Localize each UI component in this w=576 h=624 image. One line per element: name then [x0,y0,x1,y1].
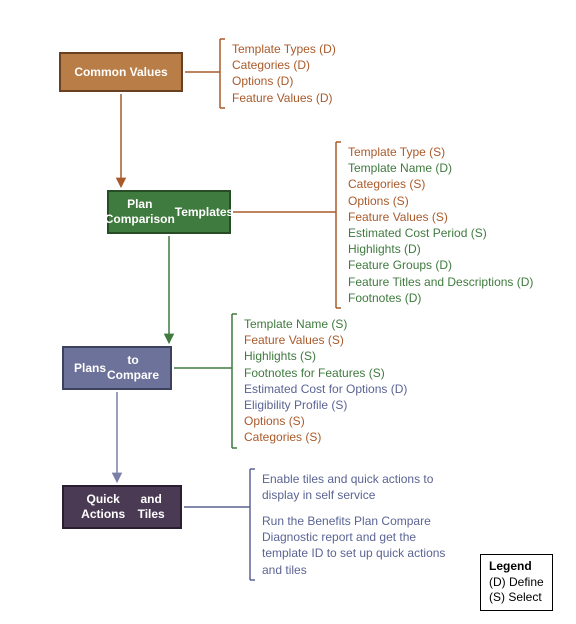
attr-item: Feature Groups (D) [348,257,533,273]
attrs-quick-actions: Enable tiles and quick actions todisplay… [262,471,445,578]
attr-item: Categories (D) [232,57,336,73]
attr-item: Run the Benefits Plan Compare [262,513,445,529]
attr-item: Options (D) [232,73,336,89]
legend-line: (S) Select [489,590,544,606]
attr-item: Estimated Cost for Options (D) [244,381,407,397]
attrs-plan-comparison: Template Type (S)Template Name (D)Catego… [348,144,533,306]
legend-box: Legend (D) Define (S) Select [480,554,553,611]
box-common-values: Common Values [59,52,183,92]
attr-item: Feature Values (S) [348,209,533,225]
attr-item: Footnotes for Features (S) [244,365,407,381]
attr-item: Eligibility Profile (S) [244,397,407,413]
attr-item: Categories (S) [348,176,533,192]
attr-item: Footnotes (D) [348,290,533,306]
box-plan-comparison: Plan ComparisonTemplates [107,190,231,234]
attrs-common-values: Template Types (D)Categories (D)Options … [232,41,336,106]
legend-line: (D) Define [489,575,544,591]
attr-item: Template Types (D) [232,41,336,57]
attr-item: Highlights (S) [244,348,407,364]
attr-item: Categories (S) [244,429,407,445]
attr-item: Enable tiles and quick actions to [262,471,445,487]
attr-item: template ID to set up quick actions [262,545,445,561]
attr-item: Estimated Cost Period (S) [348,225,533,241]
attr-item: Template Name (D) [348,160,533,176]
legend-title: Legend [489,559,544,575]
attr-item: Feature Values (D) [232,90,336,106]
attr-item: Options (S) [348,193,533,209]
box-quick-actions: Quick Actionsand Tiles [62,485,182,529]
attr-item: and tiles [262,562,445,578]
attr-item: Options (S) [244,413,407,429]
attr-item: Diagnostic report and get the [262,529,445,545]
attr-item: display in self service [262,487,445,503]
attrs-plans-to-compare: Template Name (S)Feature Values (S)Highl… [244,316,407,446]
box-plans-to-compare: Plansto Compare [62,346,172,390]
attr-item: Template Name (S) [244,316,407,332]
attr-item [262,503,445,513]
attr-item: Feature Titles and Descriptions (D) [348,274,533,290]
attr-item: Highlights (D) [348,241,533,257]
attr-item: Feature Values (S) [244,332,407,348]
attr-item: Template Type (S) [348,144,533,160]
